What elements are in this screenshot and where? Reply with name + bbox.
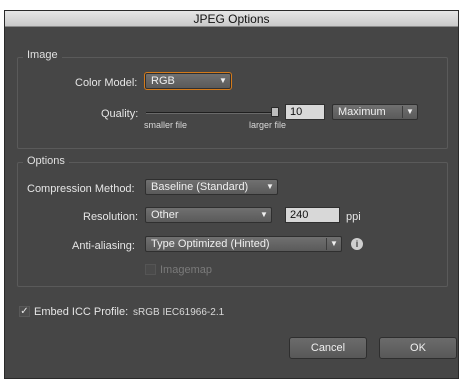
quality-label: Quality: — [101, 108, 139, 120]
color-model-value: RGB — [151, 75, 175, 87]
image-group — [17, 57, 448, 149]
quality-level-value: Maximum — [338, 106, 386, 118]
image-group-title: Image — [23, 49, 62, 61]
color-model-select[interactable]: RGB ▼ — [144, 72, 232, 90]
resolution-select[interactable]: Other ▼ — [145, 207, 272, 223]
embed-icc-label: Embed ICC Profile: — [34, 306, 129, 318]
larger-file-label: larger file — [249, 120, 287, 130]
color-model-label: Color Model: — [75, 77, 138, 89]
embed-icc-profile-value: sRGB IEC61966-2.1 — [133, 307, 225, 318]
chevron-down-icon: ▼ — [266, 182, 274, 191]
imagemap-checkbox — [145, 264, 156, 275]
checkmark-icon: ✓ — [20, 306, 29, 317]
compression-label: Compression Method: — [27, 183, 135, 195]
compression-value: Baseline (Standard) — [151, 181, 249, 193]
options-group-title: Options — [23, 155, 69, 167]
resolution-input[interactable]: 240 — [285, 207, 340, 223]
imagemap-label: Imagemap — [160, 264, 212, 276]
cancel-button[interactable]: Cancel — [289, 337, 367, 359]
quality-slider-thumb[interactable] — [271, 107, 279, 117]
anti-aliasing-label: Anti-aliasing: — [72, 240, 135, 252]
chevron-down-icon: ▼ — [330, 239, 338, 248]
chevron-down-icon: ▼ — [406, 107, 414, 116]
resolution-unit: ppi — [346, 211, 361, 223]
chevron-down-icon: ▼ — [260, 210, 268, 219]
quality-level-select[interactable]: Maximum ▼ — [332, 104, 418, 120]
smaller-file-label: smaller file — [144, 120, 188, 130]
anti-aliasing-value: Type Optimized (Hinted) — [151, 238, 270, 250]
compression-select[interactable]: Baseline (Standard) ▼ — [145, 179, 278, 195]
dialog-title: JPEG Options — [5, 11, 458, 27]
anti-aliasing-select[interactable]: Type Optimized (Hinted) ▼ — [145, 236, 342, 252]
chevron-down-icon: ▼ — [219, 76, 227, 85]
resolution-label: Resolution: — [83, 211, 139, 223]
jpeg-options-dialog: JPEG Options Image Color Model: RGB ▼ Qu… — [4, 10, 459, 379]
quality-input[interactable]: 10 — [285, 104, 325, 120]
info-icon[interactable]: i — [351, 238, 363, 250]
resolution-value: Other — [151, 209, 179, 221]
embed-icc-checkbox[interactable]: ✓ — [19, 306, 30, 317]
ok-button[interactable]: OK — [379, 337, 457, 359]
quality-slider-track[interactable] — [146, 112, 279, 114]
